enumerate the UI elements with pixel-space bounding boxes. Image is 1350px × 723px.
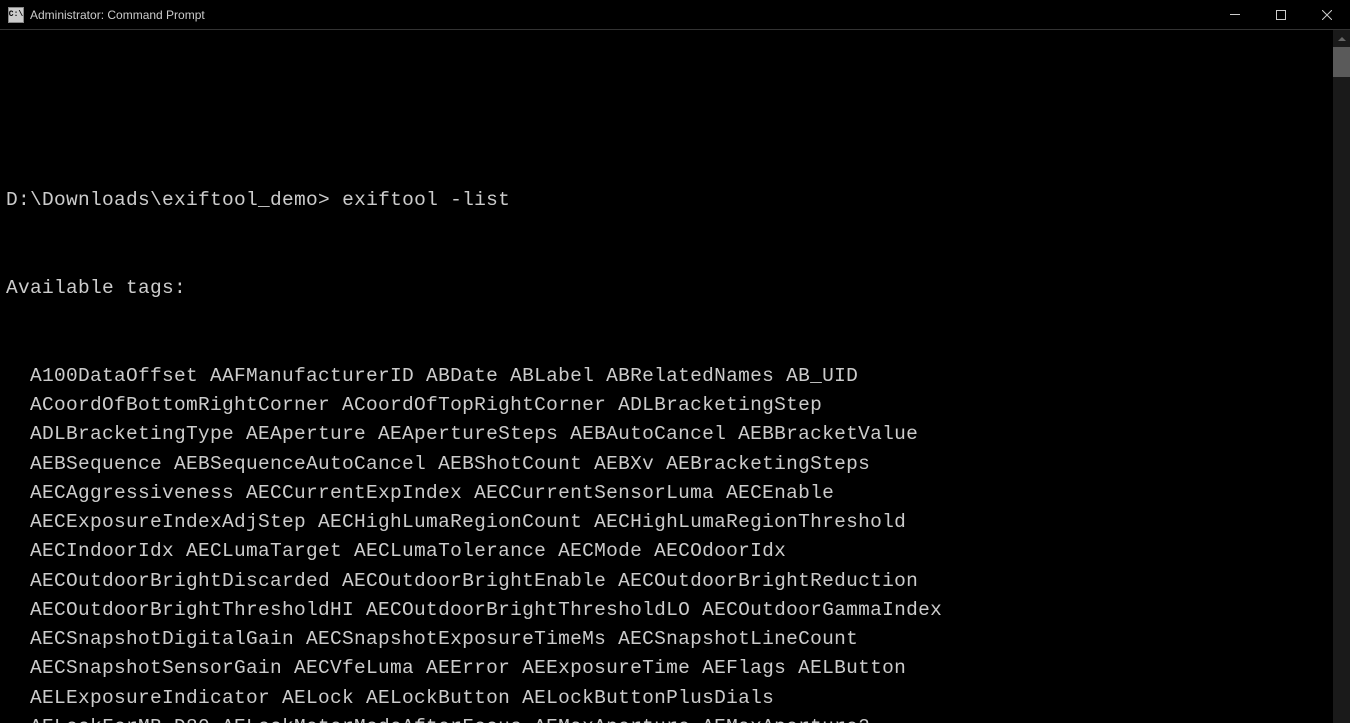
tag-line: A100DataOffset AAFManufacturerID ABDate …	[6, 362, 1333, 391]
tag-line: AEBSequence AEBSequenceAutoCancel AEBSho…	[6, 450, 1333, 479]
minimize-button[interactable]	[1212, 0, 1258, 29]
tag-line: AECSnapshotSensorGain AECVfeLuma AEError…	[6, 654, 1333, 683]
output-header: Available tags:	[6, 274, 1333, 303]
tag-line: AECAggressiveness AECCurrentExpIndex AEC…	[6, 479, 1333, 508]
scroll-up-arrow[interactable]	[1333, 30, 1350, 47]
tag-line: ADLBracketingType AEAperture AEApertureS…	[6, 420, 1333, 449]
prompt-line: D:\Downloads\exiftool_demo> exiftool -li…	[6, 186, 1333, 215]
cmd-icon: C:\	[8, 7, 24, 23]
tag-line: AECExposureIndexAdjStep AECHighLumaRegio…	[6, 508, 1333, 537]
tag-line: AECOutdoorBrightDiscarded AECOutdoorBrig…	[6, 567, 1333, 596]
blank-line	[6, 99, 1333, 128]
command: exiftool -list	[342, 189, 510, 211]
tag-line: AECIndoorIdx AECLumaTarget AECLumaTolera…	[6, 537, 1333, 566]
prompt: D:\Downloads\exiftool_demo>	[6, 189, 330, 211]
window-title: Administrator: Command Prompt	[30, 8, 205, 22]
tag-line: AECOutdoorBrightThresholdHI AECOutdoorBr…	[6, 596, 1333, 625]
tag-line: ACoordOfBottomRightCorner ACoordOfTopRig…	[6, 391, 1333, 420]
scroll-thumb[interactable]	[1333, 47, 1350, 77]
tag-line: AECSnapshotDigitalGain AECSnapshotExposu…	[6, 625, 1333, 654]
terminal-body: D:\Downloads\exiftool_demo> exiftool -li…	[0, 30, 1350, 723]
tag-line: AELockForMB-D80 AELockMeterModeAfterFocu…	[6, 713, 1333, 723]
titlebar-left: C:\ Administrator: Command Prompt	[8, 7, 205, 23]
maximize-button[interactable]	[1258, 0, 1304, 29]
tag-output: A100DataOffset AAFManufacturerID ABDate …	[6, 362, 1333, 723]
tag-line: AELExposureIndicator AELock AELockButton…	[6, 684, 1333, 713]
scrollbar[interactable]	[1333, 30, 1350, 723]
titlebar: C:\ Administrator: Command Prompt	[0, 0, 1350, 30]
window-controls	[1212, 0, 1350, 29]
close-button[interactable]	[1304, 0, 1350, 29]
terminal-content[interactable]: D:\Downloads\exiftool_demo> exiftool -li…	[0, 30, 1333, 723]
